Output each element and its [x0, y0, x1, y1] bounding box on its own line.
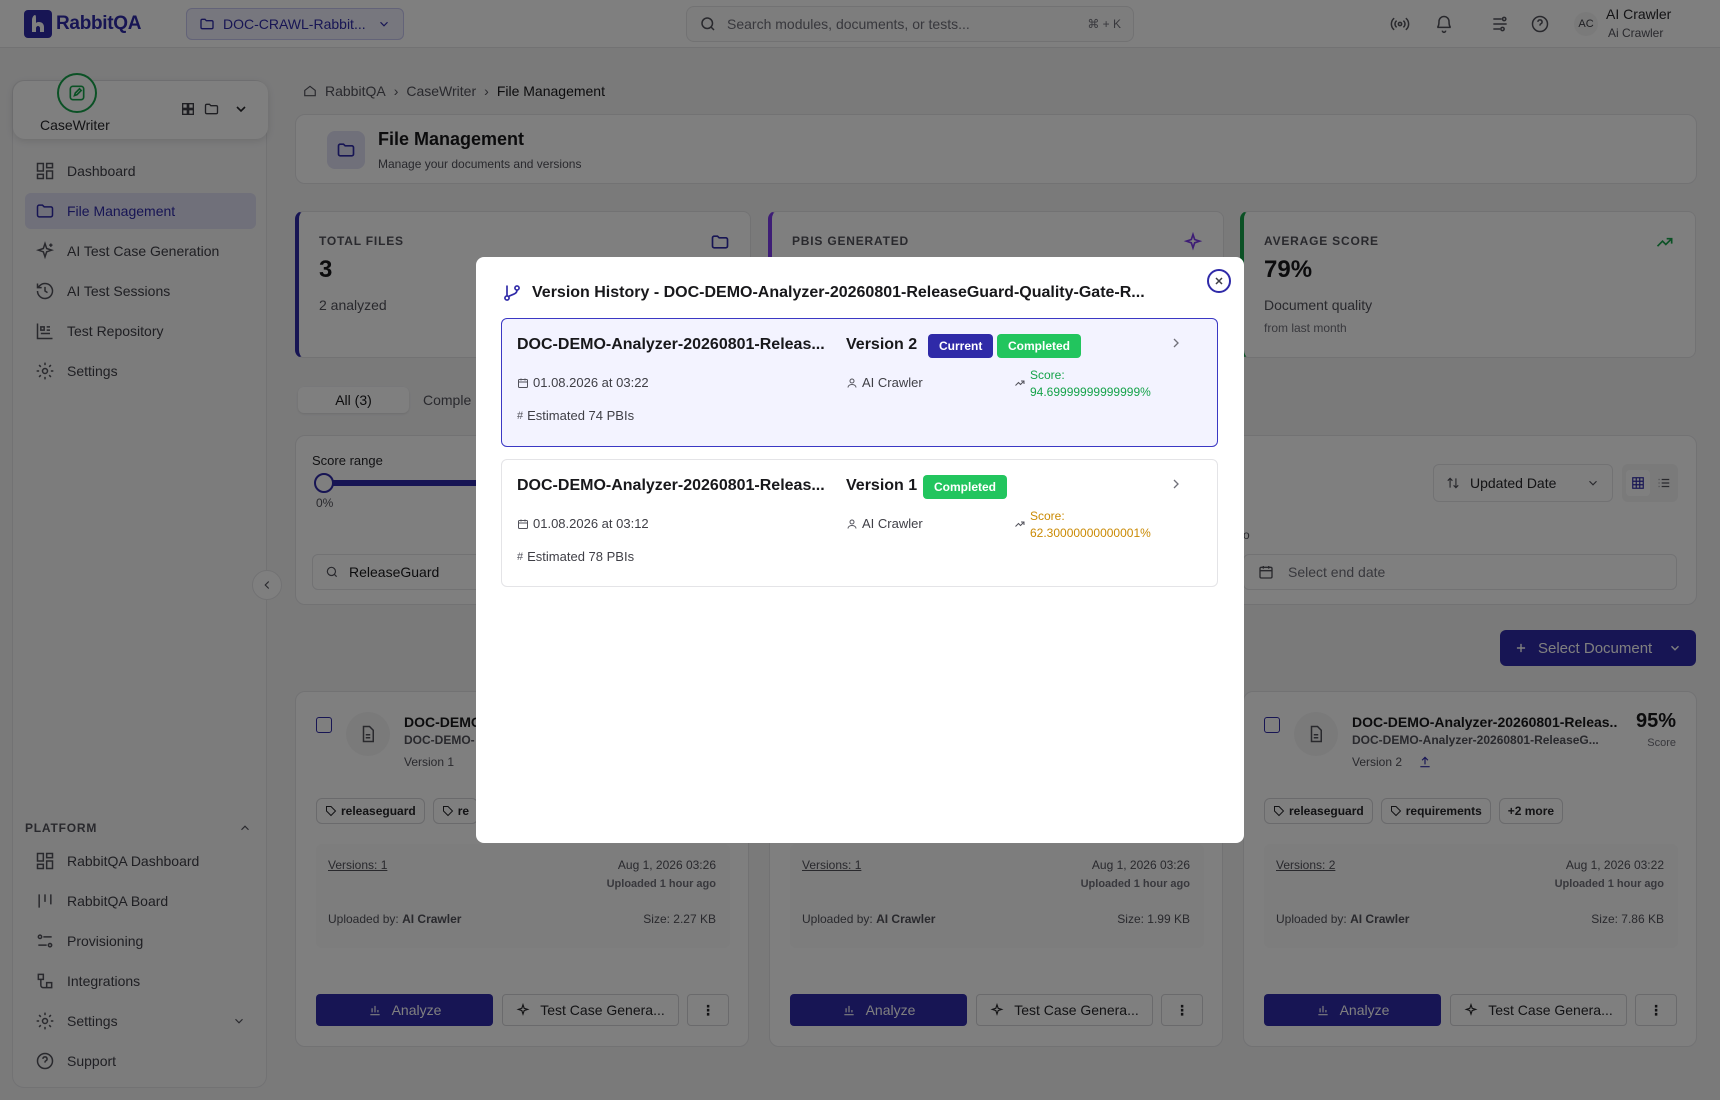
close-button[interactable] [1207, 269, 1231, 293]
version-author: AI Crawler [846, 375, 923, 390]
dialog-header: Version History - DOC-DEMO-Analyzer-2026… [502, 283, 1145, 303]
dialog-title: Version History - DOC-DEMO-Analyzer-2026… [532, 284, 1145, 301]
version-date-text: 01.08.2026 at 03:12 [533, 516, 649, 531]
version-score: Score: 62.30000000000001% [1014, 508, 1151, 542]
version-item[interactable]: DOC-DEMO-Analyzer-20260801-Releas... Ver… [501, 318, 1218, 447]
close-icon [1215, 277, 1223, 285]
version-author-name: AI Crawler [862, 516, 923, 531]
version-number: Version 1 [846, 477, 918, 494]
version-item[interactable]: DOC-DEMO-Analyzer-20260801-Releas... Ver… [501, 459, 1218, 587]
git-branch-icon [504, 285, 520, 301]
version-document-name: DOC-DEMO-Analyzer-20260801-Releas... [517, 477, 825, 494]
version-score-label: Score: [1030, 509, 1065, 523]
trending-up-icon [1015, 380, 1025, 386]
user-icon [847, 519, 857, 529]
calendar-icon [518, 378, 528, 388]
version-author-name: AI Crawler [862, 375, 923, 390]
version-score-label: Score: [1030, 368, 1065, 382]
version-number: Version 2 [846, 336, 918, 353]
user-icon [847, 378, 857, 388]
chevron-right-icon [1168, 476, 1184, 492]
chevron-right-icon [1168, 335, 1184, 351]
version-history-dialog: Version History - DOC-DEMO-Analyzer-2026… [476, 257, 1244, 843]
version-score: Score: 94.69999999999999% [1014, 367, 1151, 401]
trending-up-icon [1015, 521, 1025, 527]
version-document-name: DOC-DEMO-Analyzer-20260801-Releas... [517, 336, 825, 353]
version-score-value: 62.30000000000001% [1030, 526, 1151, 540]
hash-icon: # [517, 550, 524, 563]
calendar-icon [518, 519, 528, 529]
version-score-value: 94.69999999999999% [1030, 385, 1151, 399]
version-pbis-text: Estimated 74 PBIs [527, 408, 635, 423]
current-badge: Current [928, 334, 994, 358]
version-pbis: # Estimated 74 PBIs [517, 408, 634, 423]
version-author: AI Crawler [846, 516, 923, 531]
version-pbis-text: Estimated 78 PBIs [527, 549, 635, 564]
version-date-text: 01.08.2026 at 03:22 [533, 375, 649, 390]
status-badge: Completed [923, 475, 1008, 499]
version-date: 01.08.2026 at 03:22 [517, 375, 649, 390]
version-date: 01.08.2026 at 03:12 [517, 516, 649, 531]
hash-icon: # [517, 409, 524, 422]
version-pbis: # Estimated 78 PBIs [517, 549, 634, 564]
status-badge: Completed [997, 334, 1082, 358]
